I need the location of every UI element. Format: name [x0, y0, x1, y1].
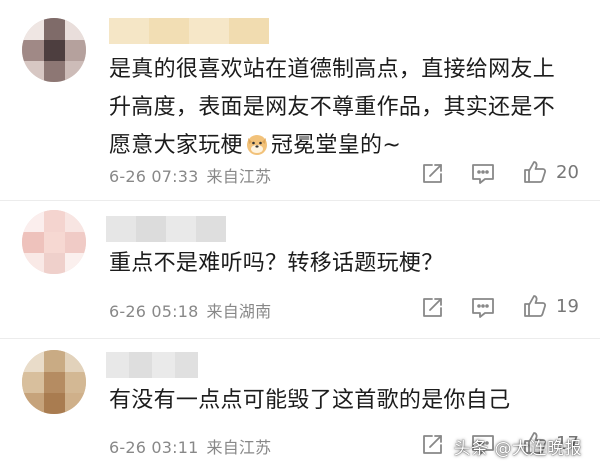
share-icon[interactable] — [420, 431, 446, 457]
username[interactable] — [106, 352, 198, 378]
comment-meta: 6-26 07:33 来自江苏 — [109, 163, 271, 187]
username[interactable] — [106, 216, 226, 242]
share-icon[interactable] — [420, 160, 446, 186]
comment-location: 来自江苏 — [206, 167, 272, 186]
thumbs-up-icon[interactable] — [522, 293, 548, 319]
avatar[interactable] — [22, 18, 86, 82]
comment-date: 6-26 07:33 — [109, 167, 199, 186]
comment-location: 来自江苏 — [206, 438, 272, 457]
watermark: 头条 @大连晚报 — [453, 439, 582, 459]
reply-icon[interactable] — [470, 294, 496, 320]
doge-emoji — [246, 135, 267, 155]
comment-text: 是真的很喜欢站在道德制高点，直接给网友上 升高度，表面是网友不尊重作品，其实还是… — [109, 57, 556, 158]
thumbs-up-icon[interactable] — [522, 159, 548, 185]
comment-text: 重点不是难听吗？转移话题玩梗？ — [109, 251, 444, 276]
comment-date: 6-26 03:11 — [109, 438, 199, 457]
username[interactable] — [109, 18, 269, 44]
like-count: 20 — [556, 162, 579, 183]
like-count: 19 — [556, 296, 579, 317]
comment-date: 6-26 05:18 — [109, 302, 199, 321]
avatar[interactable] — [22, 350, 86, 414]
comment-item: 是真的很喜欢站在道德制高点，直接给网友上 升高度，表面是网友不尊重作品，其实还是… — [0, 0, 600, 200]
comment-location: 来自湖南 — [206, 302, 272, 321]
comment-text: 有没有一点点可能毁了这首歌的是你自己 — [109, 388, 511, 413]
reply-icon[interactable] — [470, 160, 496, 186]
avatar[interactable] — [22, 210, 86, 274]
comment-meta: 6-26 03:11 来自江苏 — [109, 434, 271, 458]
comment-item: 重点不是难听吗？转移话题玩梗？ 6-26 05:18 来自湖南 19 — [0, 200, 600, 338]
comment-meta: 6-26 05:18 来自湖南 — [109, 298, 271, 322]
share-icon[interactable] — [420, 294, 446, 320]
